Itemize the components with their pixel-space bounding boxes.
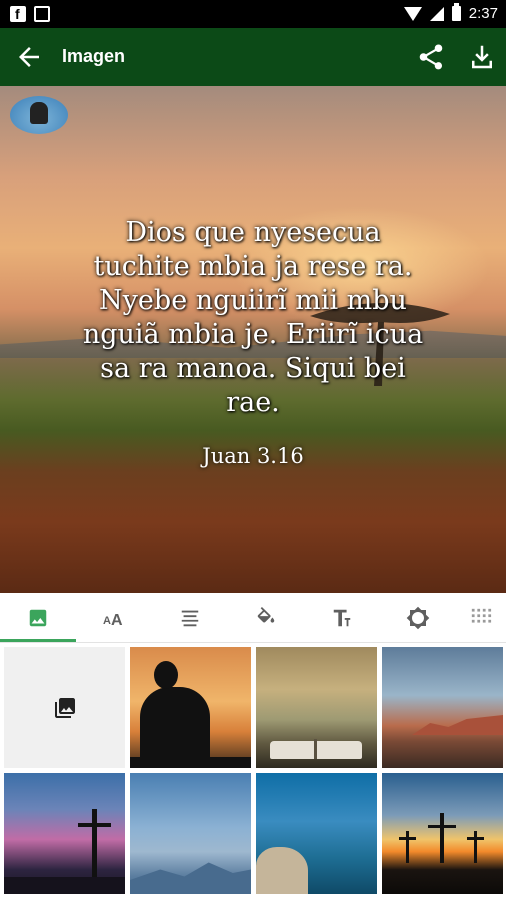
background-grid	[0, 643, 506, 900]
grid-dots-icon	[471, 608, 492, 623]
svg-text:A: A	[103, 615, 111, 627]
tab-fill-color[interactable]	[228, 593, 304, 643]
image-notification-icon	[34, 6, 50, 22]
background-thumbnail[interactable]	[382, 647, 503, 768]
status-bar: 2:37	[0, 0, 506, 28]
cross-horizontal	[78, 823, 111, 827]
tab-text-style[interactable]	[304, 593, 380, 643]
share-button[interactable]	[416, 42, 446, 72]
facebook-notification-icon	[10, 6, 26, 22]
verse-line: nguiã mbia je. Eriirĩ icua	[82, 319, 424, 350]
shore-rocks	[256, 847, 308, 894]
active-tab-indicator	[0, 639, 76, 642]
wifi-icon	[403, 6, 422, 21]
center-cross	[440, 813, 444, 863]
background-thumbnail[interactable]	[256, 647, 377, 768]
right-cross	[474, 831, 477, 863]
verse-line: sa ra manoa. Siqui bei	[100, 353, 406, 384]
signal-icon	[429, 6, 444, 21]
status-time: 2:37	[468, 5, 498, 22]
tab-more[interactable]	[456, 593, 506, 643]
app-logo-badge	[10, 96, 68, 134]
verse-line: Dios que nyesecua	[125, 217, 381, 248]
background-thumbnail[interactable]	[130, 773, 251, 894]
center-cross-bar	[428, 825, 456, 828]
mountain-range	[130, 862, 251, 894]
verse-text: Dios que nyesecua tuchite mbia ja rese r…	[30, 216, 476, 420]
tab-font-size[interactable]: A A	[76, 593, 152, 643]
download-button[interactable]	[467, 42, 497, 72]
silhouette-head	[154, 661, 178, 689]
right-cross-bar	[467, 837, 484, 840]
tab-text-align[interactable]	[152, 593, 228, 643]
pick-from-gallery-button[interactable]	[4, 647, 125, 768]
svg-text:A: A	[111, 612, 123, 629]
background-thumbnail[interactable]	[130, 647, 251, 768]
tab-brightness[interactable]	[380, 593, 456, 643]
tab-background-image[interactable]	[0, 593, 76, 643]
left-cross-bar	[399, 837, 416, 840]
font-size-icon: A A	[103, 612, 123, 629]
page-title: Imagen	[62, 46, 126, 66]
ground-silhouette	[4, 877, 125, 894]
photo-library-icon	[54, 697, 75, 718]
verse-line: Nyebe nguiirĩ mii mbu	[99, 285, 407, 316]
background-thumbnail[interactable]	[256, 773, 377, 894]
download-icon	[472, 45, 492, 69]
background-thumbnail[interactable]	[4, 773, 125, 894]
reading-person-silhouette	[140, 687, 210, 768]
red-rock-ridge	[412, 715, 503, 735]
align-icon	[181, 610, 199, 627]
paint-bucket-icon	[257, 607, 275, 623]
share-icon	[419, 44, 443, 70]
verse-image-preview: Dios que nyesecua tuchite mbia ja rese r…	[0, 86, 506, 593]
background-thumbnail[interactable]	[382, 773, 503, 894]
left-cross	[406, 831, 409, 863]
brightness-icon	[406, 606, 430, 630]
book-spine	[314, 739, 317, 759]
image-icon	[29, 609, 47, 627]
back-button[interactable]	[14, 42, 44, 72]
editor-tab-bar: A A	[0, 593, 506, 643]
verse-line: tuchite mbia ja rese ra.	[93, 251, 413, 282]
app-bar: Imagen	[0, 28, 506, 86]
verse-line: rae.	[226, 387, 280, 418]
text-format-icon	[333, 609, 351, 627]
battery-icon	[451, 3, 461, 21]
arrow-back-icon	[19, 47, 39, 67]
verse-reference: Juan 3.16	[202, 444, 304, 468]
ground-silhouette	[130, 757, 251, 768]
